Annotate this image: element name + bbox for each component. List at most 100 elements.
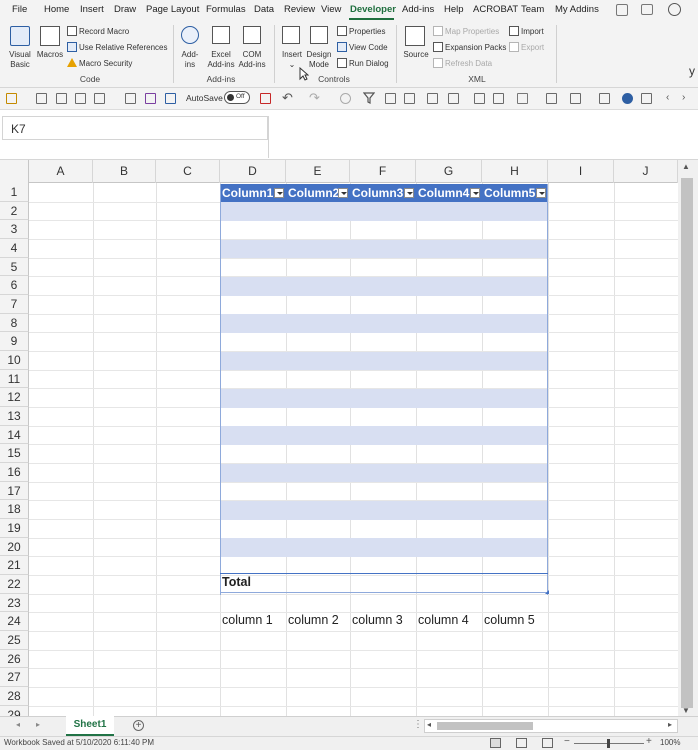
row-header-19[interactable]: 19 [0,519,29,538]
column-header-a[interactable]: A [29,160,93,183]
add-sheet-icon[interactable]: + [133,720,144,731]
share-icon[interactable] [616,4,628,16]
macros-icon[interactable] [40,26,60,46]
export-button[interactable]: Export [521,43,544,53]
scroll-down-icon[interactable]: ▼ [682,706,690,715]
row-header-2[interactable]: 2 [0,201,29,221]
name-box[interactable]: K7 [2,116,268,140]
column-header-h[interactable]: H [482,160,548,183]
zoom-slider-thumb[interactable] [607,739,610,748]
add-ins-icon[interactable] [181,26,199,44]
menu-insert[interactable]: Insert [80,4,104,15]
highlight-icon[interactable] [6,93,17,104]
menu-data[interactable]: Data [254,4,274,15]
sheet-tab-sheet1[interactable]: Sheet1 [66,716,114,736]
column-header-j[interactable]: J [614,160,678,183]
select-all-corner[interactable] [0,160,29,183]
globe-icon[interactable] [622,93,633,104]
align-icon[interactable] [493,93,504,104]
column-header-i[interactable]: I [548,160,614,183]
expansion-packs-button[interactable]: Expansion Packs [445,43,506,53]
row-header-26[interactable]: 26 [0,649,29,669]
source-icon[interactable] [405,26,425,46]
borders-icon[interactable] [427,93,438,104]
fill-color-icon[interactable] [517,93,528,104]
row-header-3[interactable]: 3 [0,220,29,239]
vertical-scrollbar-thumb[interactable] [681,178,693,708]
row-header-29[interactable]: 29 [0,705,29,716]
row-header-6[interactable]: 6 [0,276,29,295]
row-header-9[interactable]: 9 [0,332,29,352]
design-mode-icon[interactable] [310,26,328,44]
zoom-icon[interactable] [641,93,652,104]
column-header-d[interactable]: D [220,160,286,183]
column-header-b[interactable]: B [93,160,156,183]
import-button[interactable]: Import [521,27,544,37]
menu-home[interactable]: Home [44,4,69,15]
menu-review[interactable]: Review [284,4,315,15]
worksheet-grid[interactable]: ABCDEFGHIJ 1 2 3 4 5 6 7 8 9 10 11 12 13 14 15 16 17 18 19… [0,160,678,716]
use-relative-references-button[interactable]: Use Relative References [79,43,167,53]
merge-icon[interactable] [474,93,485,104]
row-header-23[interactable]: 23 [0,593,29,613]
row-header-12[interactable]: 12 [0,388,29,408]
properties-button[interactable]: Properties [349,27,385,37]
filter-icon[interactable] [363,92,375,104]
page-layout-view-icon[interactable] [516,738,527,748]
print-preview-icon[interactable] [36,93,47,104]
row-header-4[interactable]: 4 [0,239,29,258]
row-header-5[interactable]: 5 [0,257,29,277]
form-icon[interactable] [75,93,86,104]
save-icon[interactable] [145,93,156,104]
comment-icon[interactable] [599,93,610,104]
row-header-16[interactable]: 16 [0,463,29,482]
gear-icon[interactable] [212,26,230,44]
view-code-button[interactable]: View Code [349,43,388,53]
row-header-14[interactable]: 14 [0,425,29,445]
sort-icon[interactable] [404,93,415,104]
row-header-17[interactable]: 17 [0,481,29,501]
clear-filter-icon[interactable] [385,93,396,104]
zoom-out-icon[interactable]: − [564,736,570,747]
horizontal-scrollbar-thumb[interactable] [437,722,533,730]
shapes-icon[interactable] [570,93,581,104]
feedback-smiley-icon[interactable] [668,3,681,16]
prev-sheet-icon[interactable]: ◂ [16,720,20,729]
macro-security-button[interactable]: Macro Security [79,59,132,69]
menu-draw[interactable]: Draw [114,4,136,15]
menu-file[interactable]: File [12,4,27,15]
menu-help[interactable]: Help [444,4,464,15]
row-header-25[interactable]: 25 [0,631,29,650]
insert-chart-icon[interactable] [546,93,557,104]
row-header-28[interactable]: 28 [0,687,29,706]
visual-basic-icon[interactable] [10,26,30,46]
normal-view-icon[interactable] [490,738,501,748]
comments-icon[interactable] [641,4,653,15]
chevron-right-icon[interactable]: › [682,92,685,103]
zoom-level[interactable]: 100% [660,738,680,747]
record-macro-button[interactable]: Record Macro [79,27,129,37]
column-header-e[interactable]: E [286,160,350,183]
row-header-22[interactable]: 22 [0,575,29,594]
map-properties-button[interactable]: Map Properties [445,27,499,37]
run-dialog-button[interactable]: Run Dialog [349,59,389,69]
row-header-20[interactable]: 20 [0,537,29,557]
close-icon[interactable] [260,93,271,104]
row-header-18[interactable]: 18 [0,500,29,520]
menu-my-addins[interactable]: My Addins [555,4,599,15]
menu-add-ins[interactable]: Add-ins [402,4,434,15]
calculator-icon[interactable] [56,93,67,104]
row-header-1[interactable]: 1 [0,183,29,202]
zoom-in-icon[interactable]: + [646,736,652,747]
menu-team[interactable]: Team [521,4,544,15]
scroll-left-icon[interactable]: ◂ [427,720,431,729]
row-header-8[interactable]: 8 [0,313,29,333]
menu-formulas[interactable]: Formulas [206,4,246,15]
row-header-15[interactable]: 15 [0,444,29,464]
camera-icon[interactable] [340,93,351,104]
row-header-21[interactable]: 21 [0,556,29,576]
row-header-11[interactable]: 11 [0,369,29,389]
row-header-24[interactable]: 24 [0,612,29,632]
table-icon[interactable] [94,93,105,104]
column-header-c[interactable]: C [156,160,220,183]
